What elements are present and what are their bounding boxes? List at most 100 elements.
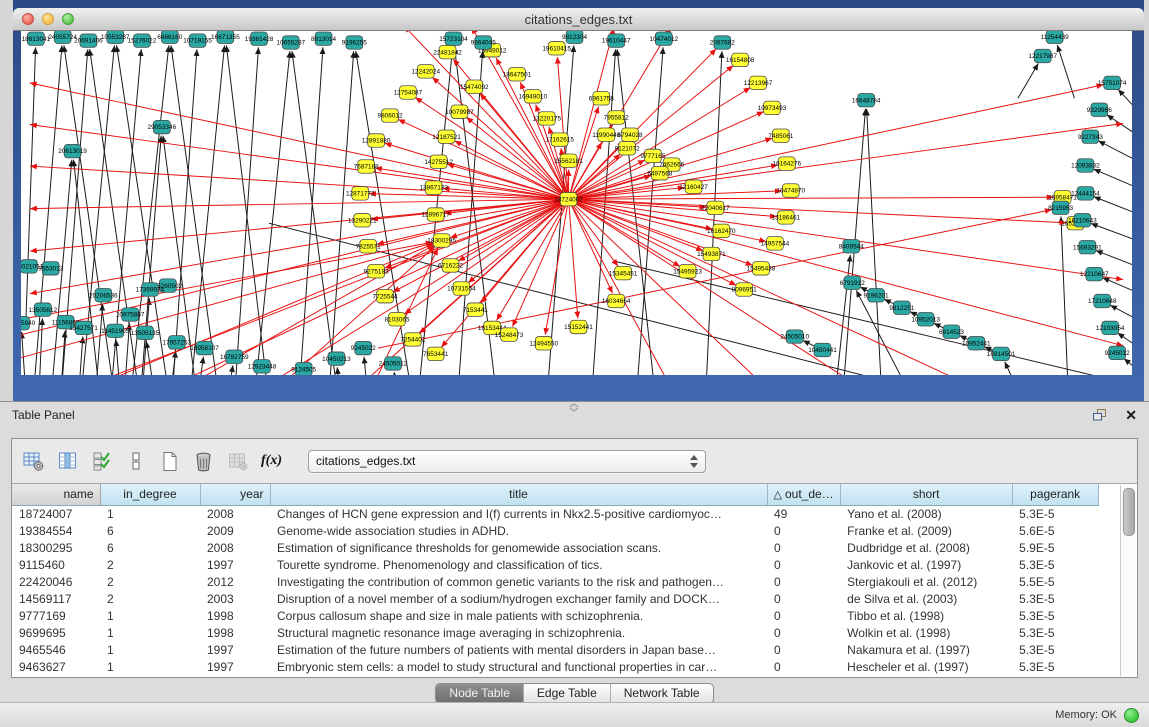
table-cell[interactable]: 0 [767,658,840,675]
table-cell[interactable]: 22420046 [12,573,100,590]
table-cell[interactable]: 9465546 [12,641,100,658]
table-cell[interactable]: 5.3E-5 [1012,556,1098,573]
table-cell[interactable]: 2 [100,590,200,607]
table-cell[interactable]: 5.3E-5 [1012,624,1098,641]
graph-node[interactable]: 16162470 [707,224,736,237]
graph-node[interactable]: 15693291 [1073,240,1102,253]
graph-node[interactable]: 18300295 [427,234,456,247]
table-cell[interactable]: 1 [100,641,200,658]
table-cell[interactable]: 1998 [200,624,270,641]
table-cell[interactable]: 5.3E-5 [1012,658,1098,675]
table-cell[interactable]: Nakamura et al. (1997) [840,641,1012,658]
table-cell[interactable]: de Silva et al. (2003) [840,590,1012,607]
column-header-out-de-[interactable]: △out_de… [767,484,840,505]
table-cell[interactable]: Stergiakouli et al. (2012) [840,573,1012,590]
graph-node[interactable]: 20613019 [58,144,87,157]
table-cell[interactable]: 19384554 [12,522,100,539]
import-table-icon[interactable] [226,450,249,473]
graph-node[interactable]: 13505135 [131,326,160,339]
table-row[interactable]: 1830029562008Estimation of significance … [12,539,1098,556]
graph-node[interactable]: 16154808 [726,53,755,66]
table-row[interactable]: 969969511998Structural magnetic resonanc… [12,624,1098,641]
tab-node-table[interactable]: Node Table [436,684,523,703]
table-cell[interactable]: Tibbo et al. (1998) [840,607,1012,624]
network-graph[interactable]: 1872400722481842122420241275408798060121… [21,31,1132,375]
minimize-window-button[interactable] [42,13,54,25]
graph-node[interactable]: 10474870 [776,184,805,197]
float-panel-icon[interactable] [1093,409,1107,421]
row-height-icon[interactable] [124,450,147,473]
table-cell[interactable]: 2003 [200,590,270,607]
table-cell[interactable]: 1 [100,624,200,641]
graph-node[interactable]: 12891880 [362,134,391,147]
graph-node[interactable]: 12160427 [679,180,708,193]
column-header-pagerank[interactable]: pagerank [1012,484,1098,505]
table-row[interactable]: 946554611997Estimation of the future num… [12,641,1098,658]
table-cell[interactable]: 0 [767,624,840,641]
panel-resize-grip[interactable] [568,403,580,412]
graph-node[interactable]: 8813014 [311,32,337,45]
table-cell[interactable]: Corpus callosum shape and size in male p… [270,607,767,624]
graph-node[interactable]: 7153441 [463,303,489,316]
graph-node[interactable]: 2087682 [710,36,736,49]
graph-node[interactable]: 9245012 [1105,346,1131,359]
graph-node[interactable]: 24505012 [379,357,408,370]
table-cell[interactable]: 5.6E-5 [1012,522,1098,539]
table-select-dropdown[interactable]: citations_edges.txt [308,450,706,473]
table-cell[interactable]: Estimation of significance thresholds fo… [270,539,767,556]
graph-node[interactable]: 15751074 [1098,76,1127,89]
graph-node[interactable]: 10655287 [277,36,306,49]
table-cell[interactable]: 2009 [200,522,270,539]
graph-node[interactable]: 17210648 [1088,294,1117,307]
table-cell[interactable]: 0 [767,573,840,590]
graph-node[interactable]: 15474092 [460,80,489,93]
graph-node[interactable]: 15495438 [747,262,776,275]
table-cell[interactable]: 49 [767,505,840,522]
graph-node[interactable]: 20206536 [89,289,118,302]
table-cell[interactable]: Disruption of a novel member of a sodium… [270,590,767,607]
column-header-title[interactable]: title [270,484,767,505]
table-cell[interactable]: 2008 [200,539,270,556]
table-cell[interactable]: 14569117 [12,590,100,607]
table-cell[interactable]: Embryonic stem cells: a model to study s… [270,658,767,675]
table-cell[interactable]: 2 [100,556,200,573]
table-cell[interactable]: 1997 [200,658,270,675]
graph-node[interactable]: 10079987 [445,105,474,118]
graph-node[interactable]: 19610415 [542,42,571,55]
table-row[interactable]: 1456911722003Disruption of a novel membe… [12,590,1098,607]
graph-node[interactable]: 9812304 [562,31,588,43]
graph-node[interactable]: 12187521 [432,130,461,143]
table-cell[interactable]: 2008 [200,505,270,522]
graph-node[interactable]: 20691406 [74,34,103,47]
close-window-button[interactable] [22,13,34,25]
table-cell[interactable]: 5.5E-5 [1012,573,1098,590]
graph-node[interactable]: 10553287 [101,31,130,43]
scrollbar-thumb[interactable] [1123,488,1135,536]
table-cell[interactable]: 5.9E-5 [1012,539,1098,556]
graph-node[interactable]: 12103054 [1096,321,1125,334]
table-cell[interactable]: 0 [767,590,840,607]
table-row[interactable]: 1872400712008Changes of HCN gene express… [12,505,1098,522]
network-canvas[interactable]: 1872400722481842122420241275408798060121… [21,31,1132,375]
table-cell[interactable]: 5.3E-5 [1012,505,1098,522]
graph-node[interactable]: 13505612 [29,303,58,316]
table-cell[interactable]: 5.3E-5 [1012,590,1098,607]
table-cell[interactable]: 6 [100,539,200,556]
table-cell[interactable]: 5.3E-5 [1012,641,1098,658]
graph-node[interactable]: 10474012 [649,32,678,45]
table-cell[interactable]: 1 [100,658,200,675]
table-cell[interactable]: 9699695 [12,624,100,641]
graph-node[interactable]: 6794028 [618,128,644,141]
table-cell[interactable]: 1 [100,607,200,624]
graph-node[interactable]: 19361428 [245,32,274,45]
tab-network-table[interactable]: Network Table [610,684,713,703]
table-row[interactable]: 911546021997Tourette syndrome. Phenomeno… [12,556,1098,573]
table-row[interactable]: 946362711997Embryonic stem cells: a mode… [12,658,1098,675]
graph-node[interactable]: 15723104 [439,32,468,45]
table-cell[interactable]: 9777169 [12,607,100,624]
table-cell[interactable]: 2 [100,573,200,590]
graph-node[interactable]: 18613041 [22,32,51,45]
graph-node[interactable]: 9121072 [615,142,641,155]
graph-node[interactable]: 12494550 [529,337,558,350]
table-cell[interactable]: 1998 [200,607,270,624]
